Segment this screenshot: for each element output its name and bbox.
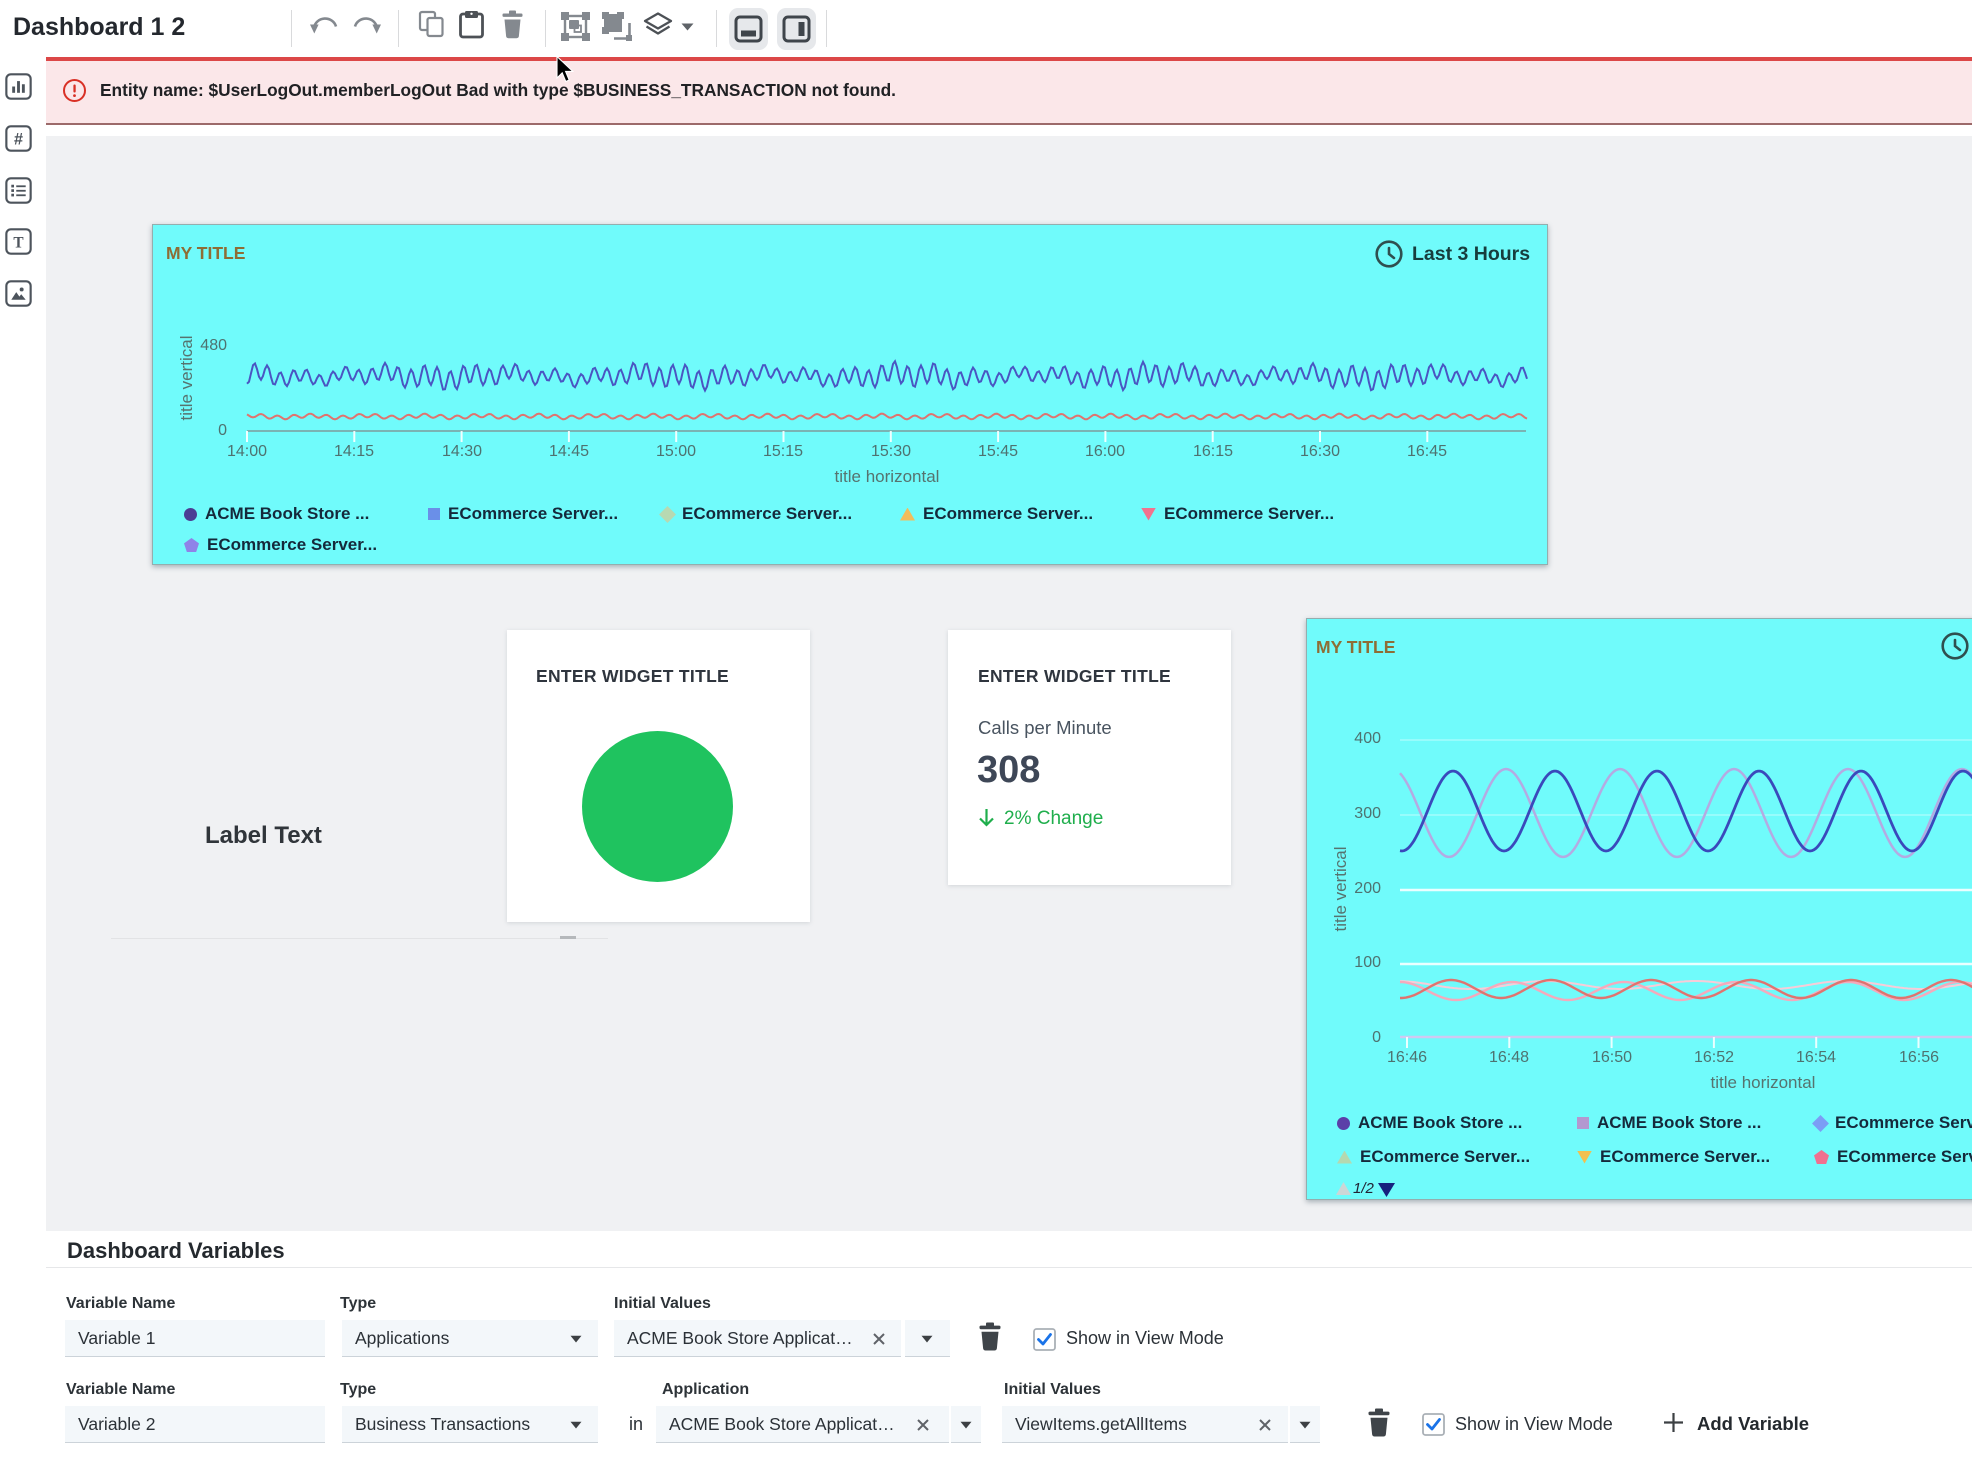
svg-text:T: T (13, 234, 23, 251)
svg-text:#: # (14, 130, 23, 148)
